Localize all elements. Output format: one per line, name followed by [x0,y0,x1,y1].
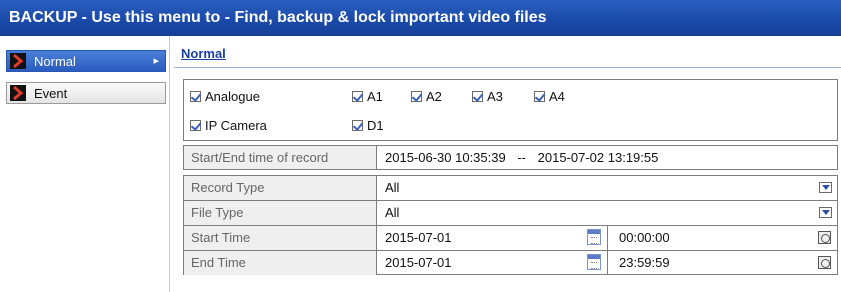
record-range-label: Start/End time of record [184,146,377,169]
channel-a2-checkbox[interactable]: A2 [411,89,442,104]
window-title: BACKUP - Use this menu to - Find, backup… [0,0,841,36]
end-time-row: End Time 2015-07-01 23:59:59 [184,250,837,275]
clock-icon[interactable] [818,231,831,244]
sidebar-item-label: Event [34,85,68,101]
record-range-panel: Start/End time of record 2015-06-30 10:3… [183,145,838,170]
end-time-value: 23:59:59 [619,255,670,270]
record-type-select[interactable]: All [378,176,837,201]
checkbox-label: IP Camera [205,118,267,133]
start-time-label: Start Time [184,226,377,250]
analogue-checkbox[interactable]: Analogue [190,89,260,104]
record-type-label: Record Type [184,176,377,201]
record-end: 2015-07-02 13:19:55 [537,150,659,165]
arrow-right-icon [8,83,28,103]
sidebar-item-event[interactable]: Event [6,82,166,104]
dropdown-arrow-icon[interactable] [819,207,832,218]
checkbox-label: D1 [367,118,384,133]
end-date-value: 2015-07-01 [385,255,452,270]
record-start: 2015-06-30 10:35:39 [385,150,506,165]
checkbox-label: A2 [426,89,442,104]
checkbox-checked-icon [411,91,422,102]
start-time-field[interactable]: 00:00:00 [612,226,837,250]
checkbox-label: Analogue [205,89,260,104]
start-time-row: Start Time 2015-07-01 00:00:00 [184,225,837,250]
end-time-field[interactable]: 23:59:59 [612,251,837,275]
channel-selection-panel: Analogue A1 A2 A3 A4 IP Camera D1 [183,79,838,141]
channel-a4-checkbox[interactable]: A4 [534,89,565,104]
clock-icon[interactable] [818,256,831,269]
channel-a3-checkbox[interactable]: A3 [472,89,503,104]
record-range-value: 2015-06-30 10:35:39 -- 2015-07-02 13:19:… [385,150,658,165]
file-type-value: All [385,205,400,220]
channel-a1-checkbox[interactable]: A1 [352,89,383,104]
end-date-field[interactable]: 2015-07-01 [378,251,608,275]
file-type-label: File Type [184,201,377,225]
search-form: Record Type All File Type All Start Time… [183,175,838,275]
checkbox-label: A4 [549,89,565,104]
calendar-icon[interactable] [587,229,601,245]
checkbox-checked-icon [352,91,363,102]
dropdown-arrow-icon[interactable] [819,182,832,193]
tab-divider [174,67,841,68]
ip-camera-checkbox[interactable]: IP Camera [190,118,267,133]
checkbox-checked-icon [190,120,201,131]
file-type-row: File Type All [184,200,837,225]
chevron-right-icon: ▸ [153,55,159,67]
record-type-value: All [385,180,400,195]
checkbox-checked-icon [472,91,483,102]
sidebar: Normal ▸ Event [0,36,170,292]
start-time-value: 00:00:00 [619,230,670,245]
file-type-select[interactable]: All [378,201,837,225]
arrow-right-icon [8,51,28,71]
tab-normal[interactable]: Normal [181,46,226,61]
channel-d1-checkbox[interactable]: D1 [352,118,384,133]
sidebar-item-label: Normal [34,53,76,69]
checkbox-checked-icon [534,91,545,102]
record-separator: -- [517,150,527,165]
start-date-value: 2015-07-01 [385,230,452,245]
sidebar-item-normal[interactable]: Normal ▸ [6,50,166,72]
start-date-field[interactable]: 2015-07-01 [378,226,608,250]
calendar-icon[interactable] [587,254,601,270]
record-type-row: Record Type All [184,176,837,201]
checkbox-checked-icon [190,91,201,102]
end-time-label: End Time [184,251,377,275]
checkbox-label: A3 [487,89,503,104]
checkbox-checked-icon [352,120,363,131]
checkbox-label: A1 [367,89,383,104]
